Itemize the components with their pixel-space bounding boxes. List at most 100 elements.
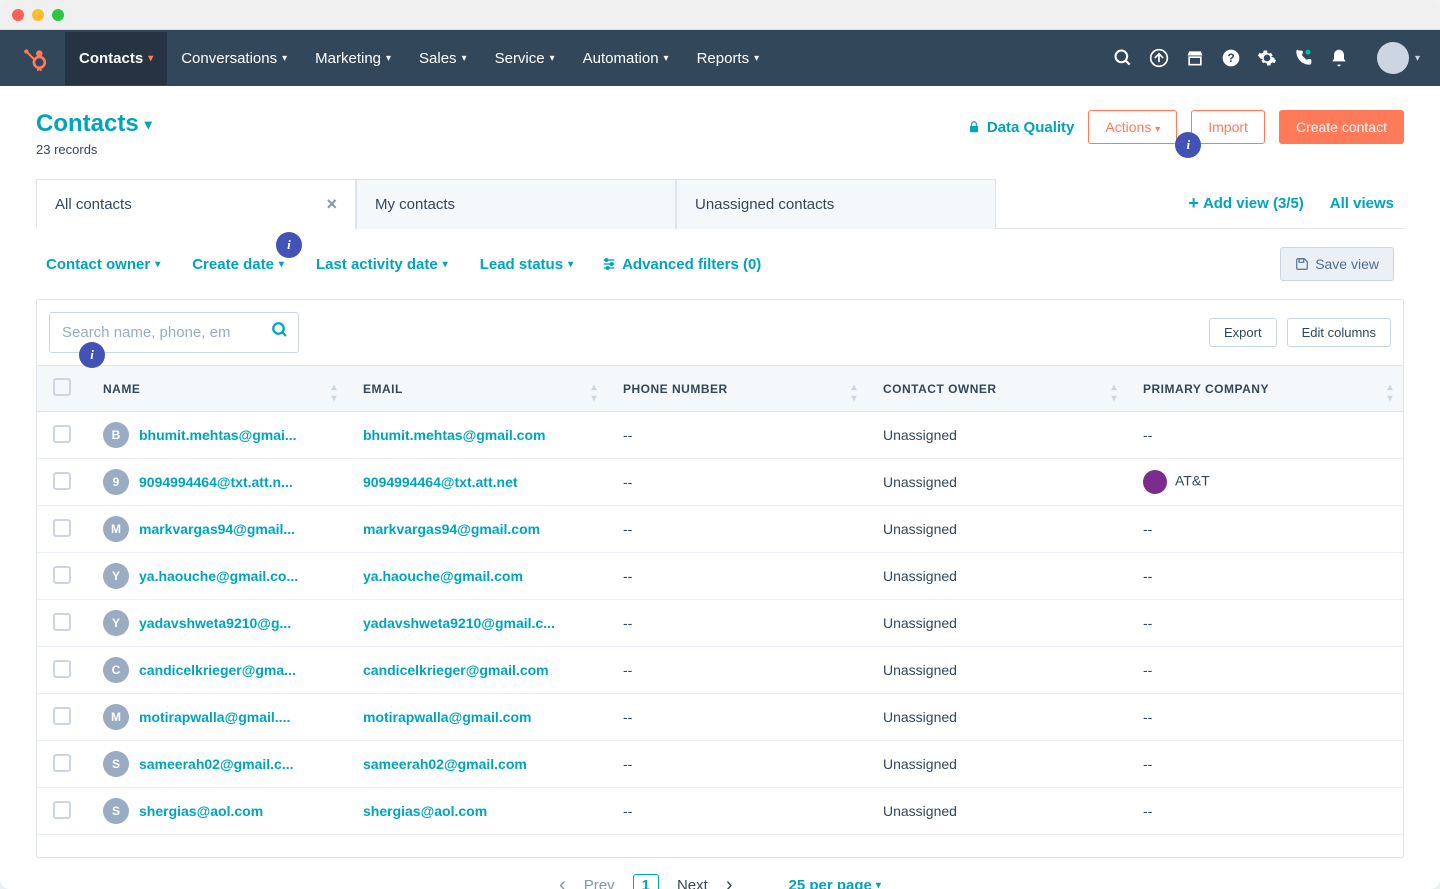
contact-email-link[interactable]: sameerah02@gmail.com — [347, 741, 607, 788]
contact-email-link[interactable]: yadavshweta9210@gmail.c... — [347, 600, 607, 647]
all-views-link[interactable]: All views — [1330, 195, 1394, 212]
chevron-down-icon: ▾ — [386, 53, 391, 64]
search-icon[interactable] — [271, 321, 289, 344]
actions-button[interactable]: Actions ▾ — [1088, 110, 1177, 144]
column-phone-number[interactable]: PHONE NUMBER▴▾ — [607, 366, 867, 412]
nav-service[interactable]: Service▾ — [481, 32, 569, 85]
contact-name-link[interactable]: Yyadavshweta9210@g... — [103, 610, 331, 636]
contact-avatar-icon: Y — [103, 563, 129, 589]
tab-my-contacts[interactable]: My contacts — [356, 179, 676, 229]
contact-email-link[interactable]: bhumit.mehtas@gmail.com — [347, 412, 607, 459]
next-page-chevron[interactable]: › — [726, 874, 733, 889]
info-tooltip-icon[interactable]: i — [276, 232, 302, 258]
phone-cell: -- — [607, 600, 867, 647]
top-nav: Contacts▾Conversations▾Marketing▾Sales▾S… — [0, 30, 1440, 86]
upgrade-icon[interactable] — [1141, 40, 1177, 76]
row-checkbox[interactable] — [53, 519, 71, 537]
tab-all-contacts[interactable]: All contacts× — [36, 179, 356, 229]
contact-email-link[interactable]: shergias@aol.com — [347, 788, 607, 835]
filter-lead-status[interactable]: Lead status ▾ — [480, 256, 573, 273]
minimize-window-icon[interactable] — [32, 9, 44, 21]
owner-cell: Unassigned — [867, 459, 1127, 506]
contact-name-link[interactable]: Bbhumit.mehtas@gmai... — [103, 422, 331, 448]
row-checkbox[interactable] — [53, 754, 71, 772]
svg-text:?: ? — [1227, 52, 1234, 65]
contact-name-link[interactable]: Ssameerah02@gmail.c... — [103, 751, 331, 777]
marketplace-icon[interactable] — [1177, 40, 1213, 76]
column-name[interactable]: NAME▴▾ — [87, 366, 347, 412]
create-contact-button[interactable]: Create contact — [1279, 110, 1404, 144]
help-icon[interactable]: ? — [1213, 40, 1249, 76]
contact-email-link[interactable]: 9094994464@txt.att.net — [347, 459, 607, 506]
filter-last-activity-date[interactable]: Last activity date ▾ — [316, 256, 448, 273]
phone-icon[interactable] — [1285, 40, 1321, 76]
info-tooltip-icon[interactable]: i — [1175, 132, 1201, 158]
nav-sales[interactable]: Sales▾ — [405, 32, 481, 85]
page-title[interactable]: Contacts▾ — [36, 110, 152, 138]
contact-email-link[interactable]: ya.haouche@gmail.com — [347, 553, 607, 600]
data-quality-link[interactable]: Data Quality — [967, 119, 1075, 136]
row-checkbox[interactable] — [53, 707, 71, 725]
export-button[interactable]: Export — [1209, 318, 1277, 347]
advanced-filters[interactable]: Advanced filters (0) — [601, 256, 761, 273]
contact-name-link[interactable]: Mmotirapwalla@gmail.... — [103, 704, 331, 730]
row-checkbox[interactable] — [53, 660, 71, 678]
table-row: Mmarkvargas94@gmail... markvargas94@gmail… — [37, 506, 1403, 553]
contact-name-link[interactable]: Sshergias@aol.com — [103, 798, 331, 824]
hubspot-logo-icon[interactable] — [20, 43, 50, 73]
contact-name-link[interactable]: Yya.haouche@gmail.co... — [103, 563, 331, 589]
contact-name-link[interactable]: Mmarkvargas94@gmail... — [103, 516, 331, 542]
contact-email-link[interactable]: markvargas94@gmail.com — [347, 506, 607, 553]
contact-name-link[interactable]: 99094994464@txt.att.n... — [103, 469, 331, 495]
column-contact-owner[interactable]: CONTACT OWNER▴▾ — [867, 366, 1127, 412]
plus-icon: + — [1188, 193, 1199, 214]
select-all-checkbox[interactable] — [53, 378, 71, 396]
row-checkbox[interactable] — [53, 613, 71, 631]
import-button[interactable]: Import — [1191, 110, 1265, 144]
search-icon[interactable] — [1105, 40, 1141, 76]
prev-page-chevron[interactable]: ‹ — [559, 874, 566, 889]
row-checkbox[interactable] — [53, 425, 71, 443]
notifications-icon[interactable] — [1321, 40, 1357, 76]
per-page-selector[interactable]: 25 per page ▾ — [788, 877, 880, 889]
contact-avatar-icon: M — [103, 516, 129, 542]
nav-conversations[interactable]: Conversations▾ — [167, 32, 301, 85]
contact-avatar-icon: S — [103, 798, 129, 824]
contact-email-link[interactable]: motirapwalla@gmail.com — [347, 694, 607, 741]
row-checkbox[interactable] — [53, 472, 71, 490]
row-checkbox[interactable] — [53, 566, 71, 584]
maximize-window-icon[interactable] — [52, 9, 64, 21]
account-menu[interactable]: ▾ — [1367, 42, 1420, 74]
phone-cell: -- — [607, 412, 867, 459]
info-tooltip-icon[interactable]: i — [79, 342, 105, 368]
add-view-button[interactable]: + Add view (3/5) — [1188, 193, 1303, 214]
company-cell: -- — [1127, 600, 1403, 647]
edit-columns-button[interactable]: Edit columns — [1287, 318, 1391, 347]
owner-cell: Unassigned — [867, 506, 1127, 553]
chevron-down-icon: ▾ — [1415, 53, 1420, 64]
close-icon[interactable]: × — [326, 194, 337, 215]
save-view-button[interactable]: Save view — [1280, 247, 1394, 281]
prev-page[interactable]: Prev — [584, 877, 615, 889]
column-primary-company[interactable]: PRIMARY COMPANY▴▾ — [1127, 366, 1403, 412]
tab-unassigned-contacts[interactable]: Unassigned contacts — [676, 179, 996, 229]
nav-contacts[interactable]: Contacts▾ — [65, 32, 167, 85]
filter-contact-owner[interactable]: Contact owner ▾ — [46, 256, 160, 273]
search-input[interactable] — [62, 324, 261, 341]
company-link[interactable]: AT&T — [1175, 473, 1210, 489]
row-checkbox[interactable] — [53, 801, 71, 819]
nav-marketing[interactable]: Marketing▾ — [301, 32, 405, 85]
column-email[interactable]: EMAIL▴▾ — [347, 366, 607, 412]
nav-reports[interactable]: Reports▾ — [683, 32, 774, 85]
contact-name-link[interactable]: Ccandicelkrieger@gma... — [103, 657, 331, 683]
settings-icon[interactable] — [1249, 40, 1285, 76]
contact-email-link[interactable]: candicelkrieger@gmail.com — [347, 647, 607, 694]
next-page[interactable]: Next — [677, 877, 708, 889]
chevron-down-icon: ▾ — [754, 53, 759, 64]
close-window-icon[interactable] — [12, 9, 24, 21]
tab-label: My contacts — [375, 196, 455, 213]
avatar-icon — [1377, 42, 1409, 74]
nav-automation[interactable]: Automation▾ — [569, 32, 683, 85]
tab-label: Unassigned contacts — [695, 196, 834, 213]
filter-create-date[interactable]: Create date ▾ — [192, 256, 284, 273]
